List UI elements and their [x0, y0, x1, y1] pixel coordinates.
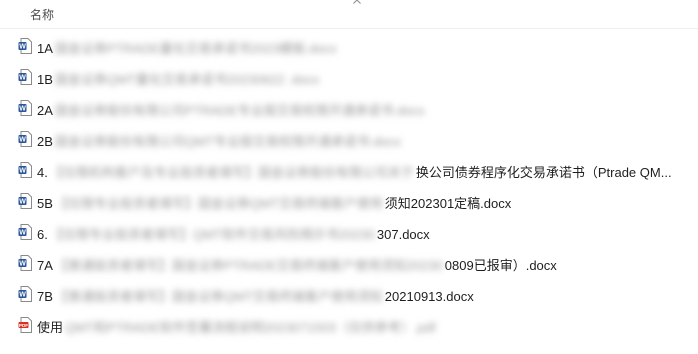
word-doc-icon: W — [18, 286, 32, 302]
obscured-file-name: 国金证券QMT量化交易承诺书20230622 .docx — [54, 72, 320, 87]
svg-text:W: W — [19, 106, 26, 113]
file-row[interactable]: W 1A 国金证券PTRADE量化交易承诺书2023模板.docx — [0, 32, 698, 60]
obscured-file-name: 国金证券PTRADE量化交易承诺书2023模板.docx — [54, 41, 337, 56]
file-name: 7A 【普通投资者填写】国金证券PTRADE交易终端客户使用须知20230 0809… — [37, 255, 557, 274]
file-row[interactable]: W 2A 国金证券股份有限公司PTRADE专业版交易权限开通承诺书.docx — [0, 94, 698, 122]
obscured-file-name: 国金证券股份有限公司QMT专业版交易权限开通承诺书.docx — [54, 134, 401, 149]
word-doc-icon: W — [18, 193, 32, 209]
word-doc-icon: W — [18, 100, 32, 116]
word-doc-icon: W — [18, 224, 32, 240]
svg-text:PDF: PDF — [19, 323, 28, 328]
word-doc-icon: W — [18, 69, 32, 85]
svg-text:W: W — [19, 75, 26, 82]
file-name: 5B 【仅限专业投资者填写】国金证券QMT交易终端客户使用 须知202301定稿.d… — [37, 193, 511, 212]
obscured-file-name: 【仅限专业投资者填写】QMT软件交易风险揭示书20230 — [49, 227, 375, 242]
sort-chevron-up-icon[interactable] — [352, 0, 362, 7]
pdf-icon: PDF — [18, 317, 32, 333]
file-name: 6. 【仅限专业投资者填写】QMT软件交易风险揭示书20230 307.docx — [37, 224, 430, 243]
file-name: 使用 QMT和PTRADE软件签署流程说明2023071503（仅供参考）.pdf — [37, 317, 438, 336]
file-name-prefix: 2B — [37, 134, 53, 149]
file-name-prefix: 1A — [37, 41, 53, 56]
file-name-prefix: 2A — [37, 103, 53, 118]
word-doc-icon: W — [18, 162, 32, 178]
file-row[interactable]: W 6. 【仅限专业投资者填写】QMT软件交易风险揭示书20230 307.docx — [0, 218, 698, 246]
file-name-suffix: 换公司债券程序化交易承诺书（Ptrade QM... — [415, 165, 672, 180]
file-name-prefix: 7B — [37, 289, 53, 304]
svg-text:W: W — [19, 44, 26, 51]
svg-text:W: W — [19, 292, 26, 299]
svg-text:W: W — [19, 230, 26, 237]
file-name-suffix: 20210913.docx — [384, 289, 474, 304]
file-row[interactable]: W 4. 【仅限机构客户及专业投资者填写】国金证券股份有限公司关于 换公司债券程序化… — [0, 156, 698, 184]
word-doc-icon: W — [18, 255, 32, 271]
file-name-prefix: 1B — [37, 72, 53, 87]
obscured-file-name: QMT和PTRADE软件签署流程说明2023071503（仅供参考）.pdf — [65, 320, 436, 335]
file-row[interactable]: W 1B 国金证券QMT量化交易承诺书20230622 .docx — [0, 63, 698, 91]
file-name: 4. 【仅限机构客户及专业投资者填写】国金证券股份有限公司关于 换公司债券程序化交易… — [37, 162, 672, 181]
file-name: 2B 国金证券股份有限公司QMT专业版交易权限开通承诺书.docx — [37, 131, 403, 150]
obscured-file-name: 【普通投资者填写】国金证券PTRADE交易终端客户使用须知20230 — [54, 258, 443, 273]
column-header-bar: 名称 — [0, 0, 698, 29]
svg-text:W: W — [19, 261, 26, 268]
file-name: 1B 国金证券QMT量化交易承诺书20230622 .docx — [37, 69, 321, 88]
svg-text:W: W — [19, 199, 26, 206]
file-row[interactable]: PDF 使用 QMT和PTRADE软件签署流程说明2023071503（仅供参考）… — [0, 311, 698, 339]
file-name-suffix: 0809已报审）.docx — [444, 258, 557, 273]
file-name-prefix: 使用 — [37, 320, 64, 335]
file-name-suffix: 307.docx — [376, 227, 430, 242]
file-row[interactable]: W 2B 国金证券股份有限公司QMT专业版交易权限开通承诺书.docx — [0, 125, 698, 153]
name-column-header[interactable]: 名称 — [30, 6, 54, 23]
file-explorer: 名称 W 1A 国金证券PTRADE量化交易承诺书2023模板.docx W 1B… — [0, 0, 698, 354]
file-row[interactable]: W 7B 【普通投资者填写】国金证券QMT交易终端客户使用须知 20210913.d… — [0, 280, 698, 308]
svg-text:W: W — [19, 137, 26, 144]
obscured-file-name: 【普通投资者填写】国金证券QMT交易终端客户使用须知 — [54, 289, 383, 304]
file-name-prefix: 4. — [37, 165, 48, 180]
file-name-prefix: 5B — [37, 196, 53, 211]
file-row[interactable]: W 7A 【普通投资者填写】国金证券PTRADE交易终端客户使用须知20230 08… — [0, 249, 698, 277]
file-row[interactable]: W 5B 【仅限专业投资者填写】国金证券QMT交易终端客户使用 须知202301定稿… — [0, 187, 698, 215]
file-name: 1A 国金证券PTRADE量化交易承诺书2023模板.docx — [37, 38, 339, 57]
word-doc-icon: W — [18, 38, 32, 54]
obscured-file-name: 【仅限专业投资者填写】国金证券QMT交易终端客户使用 — [54, 196, 383, 211]
file-name: 2A 国金证券股份有限公司PTRADE专业版交易权限开通承诺书.docx — [37, 100, 427, 119]
file-name-suffix: 须知202301定稿.docx — [384, 196, 512, 211]
obscured-file-name: 【仅限机构客户及专业投资者填写】国金证券股份有限公司关于 — [49, 165, 414, 180]
file-name-prefix: 6. — [37, 227, 48, 242]
word-doc-icon: W — [18, 131, 32, 147]
file-name-prefix: 7A — [37, 258, 53, 273]
obscured-file-name: 国金证券股份有限公司PTRADE专业版交易权限开通承诺书.docx — [54, 103, 425, 118]
svg-text:W: W — [19, 168, 26, 175]
file-name: 7B 【普通投资者填写】国金证券QMT交易终端客户使用须知 20210913.doc… — [37, 286, 474, 305]
